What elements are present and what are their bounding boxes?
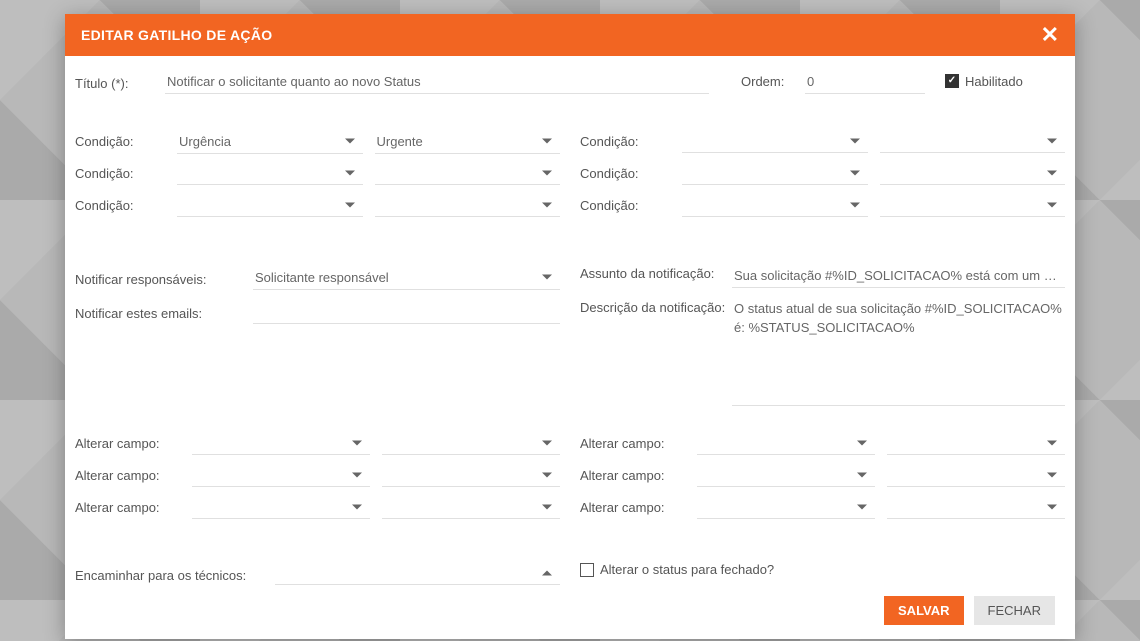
- notif-resp-select[interactable]: Solicitante responsável: [253, 264, 560, 290]
- alterar-status-checkbox[interactable]: [580, 563, 594, 577]
- assunto-input[interactable]: [732, 262, 1065, 288]
- alter-right-0-field[interactable]: [697, 431, 875, 455]
- chevron-down-icon: [345, 138, 355, 143]
- chevron-down-icon: [542, 440, 552, 445]
- modal-header: EDITAR GATILHO DE AÇÃO ✕: [65, 14, 1075, 56]
- label-habilitado: Habilitado: [965, 74, 1023, 89]
- label-notif-resp: Notificar responsáveis:: [75, 268, 253, 287]
- close-icon[interactable]: ✕: [1041, 24, 1059, 46]
- edit-action-trigger-modal: EDITAR GATILHO DE AÇÃO ✕ Título (*): Ord…: [65, 14, 1075, 639]
- chevron-down-icon: [542, 138, 552, 143]
- descricao-textarea[interactable]: [732, 296, 1065, 406]
- chevron-down-icon: [850, 138, 860, 143]
- chevron-down-icon: [1047, 504, 1057, 509]
- condition-left-0-field[interactable]: Urgência: [177, 128, 363, 154]
- alter-left-0-value[interactable]: [382, 431, 560, 455]
- notification-section: Notificar responsáveis: Solicitante resp…: [75, 262, 1065, 410]
- alter-right-1-field[interactable]: [697, 463, 875, 487]
- chevron-down-icon: [542, 202, 552, 207]
- alter-left-0-field[interactable]: [192, 431, 370, 455]
- condition-right-0-field[interactable]: [682, 129, 868, 153]
- chevron-down-icon: [352, 440, 362, 445]
- alter-right-2-value[interactable]: [887, 495, 1065, 519]
- alter-right-2-field[interactable]: [697, 495, 875, 519]
- chevron-down-icon: [352, 472, 362, 477]
- condition-right-2-value[interactable]: [880, 193, 1066, 217]
- label-alterar-campo: Alterar campo:: [75, 500, 180, 515]
- label-ordem: Ordem:: [741, 74, 805, 89]
- label-notif-emails: Notificar estes emails:: [75, 302, 253, 321]
- modal-title: EDITAR GATILHO DE AÇÃO: [81, 27, 272, 43]
- chevron-down-icon: [542, 504, 552, 509]
- condition-right-1-field[interactable]: [682, 161, 868, 185]
- chevron-down-icon: [542, 274, 552, 279]
- encaminhar-select[interactable]: [275, 561, 560, 585]
- chevron-down-icon: [352, 504, 362, 509]
- alter-right-0-value[interactable]: [887, 431, 1065, 455]
- chevron-down-icon: [1047, 138, 1057, 143]
- chevron-down-icon: [542, 170, 552, 175]
- modal-footer: SALVAR FECHAR: [75, 592, 1065, 625]
- label-condicao: Condição:: [580, 198, 670, 213]
- ordem-input[interactable]: [805, 68, 925, 94]
- label-descricao: Descrição da notificação:: [580, 296, 732, 315]
- condition-right-0-value[interactable]: [880, 129, 1066, 153]
- label-alterar-campo: Alterar campo:: [75, 468, 180, 483]
- chevron-down-icon: [1047, 202, 1057, 207]
- label-condicao: Condição:: [580, 134, 670, 149]
- chevron-down-icon: [542, 472, 552, 477]
- modal-body: Título (*): Ordem: Habilitado Condição: …: [65, 56, 1075, 639]
- label-alterar-status: Alterar o status para fechado?: [600, 562, 774, 577]
- notif-emails-input[interactable]: [253, 298, 560, 324]
- close-button[interactable]: FECHAR: [974, 596, 1055, 625]
- chevron-down-icon: [1047, 170, 1057, 175]
- label-condicao: Condição:: [75, 198, 165, 213]
- habilitado-checkbox[interactable]: [945, 74, 959, 88]
- condition-left-2-field[interactable]: [177, 193, 363, 217]
- alter-left-1-value[interactable]: [382, 463, 560, 487]
- alter-left-1-field[interactable]: [192, 463, 370, 487]
- condition-left-2-value[interactable]: [375, 193, 561, 217]
- chevron-down-icon: [857, 504, 867, 509]
- chevron-down-icon: [857, 440, 867, 445]
- label-alterar-campo: Alterar campo:: [580, 500, 685, 515]
- label-alterar-campo: Alterar campo:: [75, 436, 180, 451]
- chevron-down-icon: [1047, 440, 1057, 445]
- label-condicao: Condição:: [75, 166, 165, 181]
- condition-right-1-value[interactable]: [880, 161, 1066, 185]
- label-assunto: Assunto da notificação:: [580, 262, 732, 281]
- alter-section: Alterar campo: Alterar campo: Alterar ca…: [75, 428, 1065, 524]
- title-row: Título (*): Ordem: Habilitado: [75, 66, 1065, 96]
- chevron-up-icon: [542, 570, 552, 575]
- condition-left-1-field[interactable]: [177, 161, 363, 185]
- label-titulo: Título (*):: [75, 72, 165, 91]
- condition-right-2-field[interactable]: [682, 193, 868, 217]
- label-alterar-campo: Alterar campo:: [580, 436, 685, 451]
- label-condicao: Condição:: [75, 134, 165, 149]
- condition-left-0-value[interactable]: Urgente: [375, 128, 561, 154]
- alter-left-2-value[interactable]: [382, 495, 560, 519]
- habilitado-checkbox-row: Habilitado: [945, 74, 1065, 89]
- alter-left-2-field[interactable]: [192, 495, 370, 519]
- chevron-down-icon: [857, 472, 867, 477]
- forward-section: Encaminhar para os técnicos: Alterar o s…: [75, 558, 1065, 592]
- chevron-down-icon: [850, 202, 860, 207]
- titulo-input[interactable]: [165, 68, 709, 94]
- chevron-down-icon: [1047, 472, 1057, 477]
- label-condicao: Condição:: [580, 166, 670, 181]
- label-alterar-campo: Alterar campo:: [580, 468, 685, 483]
- alterar-status-row: Alterar o status para fechado?: [580, 558, 1065, 577]
- chevron-down-icon: [345, 170, 355, 175]
- chevron-down-icon: [850, 170, 860, 175]
- chevron-down-icon: [345, 202, 355, 207]
- conditions-section: Condição: Urgência Urgente Condição: Con…: [75, 126, 1065, 222]
- condition-left-1-value[interactable]: [375, 161, 561, 185]
- alter-right-1-value[interactable]: [887, 463, 1065, 487]
- label-encaminhar: Encaminhar para os técnicos:: [75, 564, 275, 583]
- save-button[interactable]: SALVAR: [884, 596, 964, 625]
